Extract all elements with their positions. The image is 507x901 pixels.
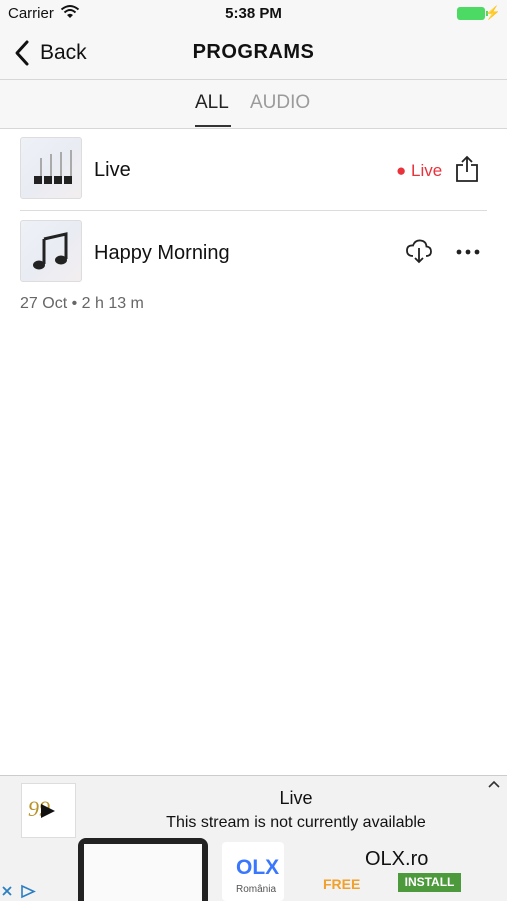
tab-selected-indicator — [195, 125, 231, 127]
share-icon[interactable] — [454, 155, 480, 183]
tab-audio[interactable]: AUDIO — [250, 92, 310, 114]
row-divider — [20, 210, 487, 211]
live-badge-label: Live — [411, 161, 443, 180]
download-cloud-icon[interactable] — [405, 238, 433, 264]
nav-bar: Back PROGRAMS — [0, 28, 507, 80]
music-bars-icon — [34, 150, 72, 184]
status-time: 5:38 PM — [225, 5, 282, 22]
battery-icon — [457, 7, 485, 20]
player-title: Live — [279, 788, 313, 808]
program-title: Happy Morning — [94, 242, 230, 264]
charging-icon: ⚡ — [484, 5, 501, 20]
ad-phone-screen — [84, 844, 202, 901]
program-title: Live — [94, 159, 131, 181]
program-meta: 27 Oct • 2 h 13 m — [20, 295, 144, 312]
install-button[interactable]: INSTALL — [398, 873, 461, 892]
olx-logo-sub: România — [236, 884, 277, 895]
program-thumbnail — [20, 220, 82, 282]
program-row-happy-morning[interactable]: Happy Morning — [20, 220, 487, 284]
program-thumbnail — [20, 137, 82, 199]
music-note-icon — [33, 232, 68, 270]
player-status: This stream is not currently available — [166, 814, 426, 831]
segment-tabs: ALL AUDIO — [0, 80, 507, 129]
ad-banner: 99 Live This stream is not currently ava… — [0, 775, 507, 901]
ad-price: FREE — [323, 876, 361, 892]
chevron-up-icon[interactable] — [487, 779, 501, 789]
program-row-live[interactable]: Live ● Live — [20, 137, 487, 201]
ad-app-name: OLX.ro — [365, 848, 429, 870]
status-bar: Carrier 5:38 PM ⚡ — [0, 0, 507, 28]
more-options-icon[interactable] — [456, 249, 480, 255]
ad-choices-icon[interactable] — [0, 882, 40, 901]
tab-all[interactable]: ALL — [195, 92, 229, 114]
page-title: PROGRAMS — [192, 41, 315, 63]
live-dot-icon: ● — [396, 161, 407, 180]
live-badge: ● Live — [396, 161, 442, 181]
olx-logo: OLX — [236, 856, 280, 879]
